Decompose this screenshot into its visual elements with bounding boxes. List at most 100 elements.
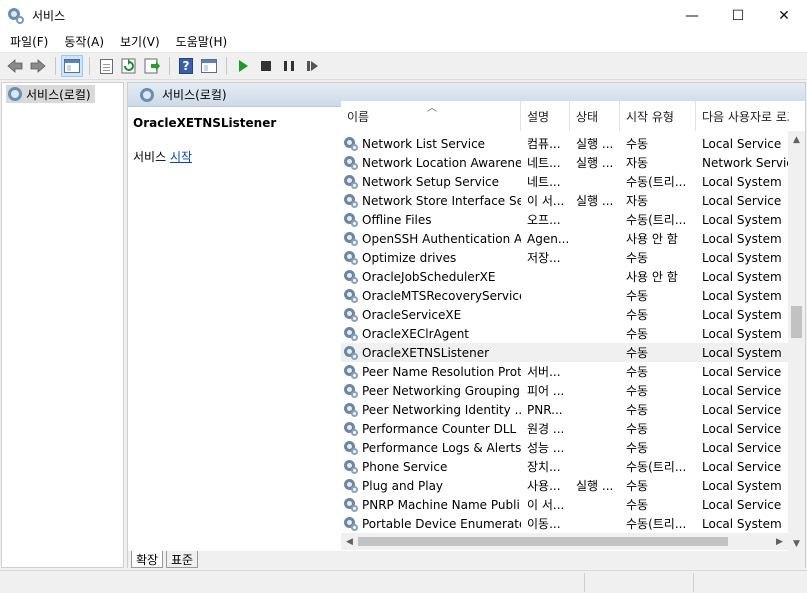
service-gear-icon [344, 212, 358, 227]
service-name: Performance Logs & Alerts [362, 440, 521, 455]
service-description: 장치... [527, 460, 561, 474]
toolbar-separator [226, 57, 227, 75]
show-hide-action-pane-icon[interactable] [198, 55, 220, 77]
service-name-cell: OracleXETNSListener [341, 345, 521, 360]
service-row[interactable]: Portable Device Enumerato... 이동... 수동(트리..… [341, 514, 789, 533]
service-startup-type: 수동(트리... [626, 517, 687, 531]
service-row[interactable]: Network Setup Service 네트... 수동(트리... Local … [341, 172, 789, 191]
menu-help[interactable]: 도움말(H) [170, 33, 234, 50]
refresh-icon[interactable] [118, 55, 140, 77]
scroll-down-icon[interactable]: ▼ [788, 535, 805, 552]
service-action-prefix: 서비스 [133, 150, 167, 164]
menu-view[interactable]: 보기(V) [114, 33, 166, 50]
vertical-scrollbar[interactable]: ▲ ▼ [788, 131, 805, 552]
maximize-button[interactable]: ☐ [715, 0, 761, 31]
service-row[interactable]: Performance Counter DLL ... 원경 ... 수동 Local… [341, 419, 789, 438]
service-status: 실행 ... [576, 137, 614, 151]
vertical-scroll-thumb[interactable] [791, 306, 802, 338]
service-row[interactable]: Plug and Play 사용... 실행 ... 수동 Local System [341, 476, 789, 495]
service-name: Offline Files [362, 212, 432, 227]
forward-icon[interactable] [27, 55, 49, 77]
service-description: 성능 ... [527, 441, 565, 455]
service-name: Peer Name Resolution Prot... [362, 364, 521, 379]
menu-file[interactable]: 파일(F) [4, 33, 54, 50]
scroll-up-icon[interactable]: ▲ [788, 131, 805, 148]
service-row[interactable]: OracleXEClrAgent 수동 Local System [341, 324, 789, 343]
service-row[interactable]: OracleMTSRecoveryService 수동 Local System [341, 286, 789, 305]
service-row[interactable]: Peer Networking Grouping 피어 ... 수동 Local Se… [341, 381, 789, 400]
help-icon[interactable]: ? [175, 55, 197, 77]
column-header-status[interactable]: 상태 [570, 101, 620, 131]
service-name: OracleXETNSListener [362, 345, 490, 360]
service-row[interactable]: OracleXETNSListener 수동 Local System [341, 343, 789, 362]
close-button[interactable]: ✕ [761, 0, 807, 31]
horizontal-scrollbar[interactable]: ◀ ▶ [341, 533, 788, 550]
selected-service-title: OracleXETNSListener [133, 116, 277, 130]
column-header-log-on-as[interactable]: 다음 사용자로 로그온 [696, 101, 789, 131]
start-service-link[interactable]: 시작 [170, 150, 192, 164]
service-row[interactable]: Network Store Interface Se... 이 서... 실행 ..… [341, 191, 789, 210]
service-row[interactable]: Performance Logs & Alerts 성능 ... 수동 Local S… [341, 438, 789, 457]
horizontal-scroll-thumb[interactable] [358, 537, 728, 546]
service-log-on-as: Local System [702, 231, 782, 246]
restart-service-icon[interactable] [301, 55, 323, 77]
service-row[interactable]: Optimize drives 저장... 수동 Local System [341, 248, 789, 267]
service-name: PNRP Machine Name Publi... [362, 497, 521, 512]
service-description: 이 서... [527, 194, 565, 208]
column-header-name[interactable]: ︿ 이름 [341, 101, 521, 131]
service-description: 이 서... [527, 498, 565, 512]
back-icon[interactable] [4, 55, 26, 77]
service-row[interactable]: OracleServiceXE 수동 Local System [341, 305, 789, 324]
show-hide-console-tree-icon[interactable] [61, 55, 83, 77]
start-service-icon[interactable] [232, 55, 254, 77]
stop-service-icon[interactable] [255, 55, 277, 77]
service-rows: Network List Service 컴퓨... 실행 ... 수동 Local S… [341, 134, 789, 533]
menu-action[interactable]: 동작(A) [58, 33, 110, 50]
service-name: OpenSSH Authentication A... [362, 231, 521, 246]
service-startup-type: 수동(트리... [626, 460, 687, 474]
service-startup-type: 수동 [626, 498, 649, 512]
service-row[interactable]: Phone Service 장치... 수동(트리... Local Service [341, 457, 789, 476]
tab-extended[interactable]: 확장 [131, 551, 164, 568]
scroll-left-icon[interactable]: ◀ [341, 533, 358, 550]
service-status: 실행 ... [576, 479, 614, 493]
service-log-on-as: Local Service [702, 497, 782, 512]
service-name-cell: Offline Files [341, 212, 521, 227]
service-startup-type: 자동 [626, 194, 649, 208]
service-gear-icon [344, 288, 358, 303]
sort-ascending-icon: ︿ [427, 103, 437, 114]
service-gear-icon [344, 307, 358, 322]
service-gear-icon [344, 345, 358, 360]
column-header-description[interactable]: 설명 [521, 101, 570, 131]
service-startup-type: 수동 [626, 137, 649, 151]
service-gear-icon [344, 459, 358, 474]
service-name: Peer Networking Grouping [362, 383, 520, 398]
service-row[interactable]: OracleJobSchedulerXE 사용 안 함 Local System [341, 267, 789, 286]
service-name: OracleJobSchedulerXE [362, 269, 496, 284]
service-startup-type: 수동 [626, 422, 649, 436]
service-log-on-as: Local Service [702, 383, 782, 398]
status-bar-segment [584, 573, 585, 592]
service-row[interactable]: Peer Networking Identity ... PNR... 수동 Loca… [341, 400, 789, 419]
service-gear-icon [344, 516, 358, 531]
service-name-cell: Performance Counter DLL ... [341, 421, 521, 436]
service-row[interactable]: Network List Service 컴퓨... 실행 ... 수동 Local S… [341, 134, 789, 153]
service-description: 사용... [527, 479, 561, 493]
service-row[interactable]: Peer Name Resolution Prot... 서버... 수동 Local… [341, 362, 789, 381]
properties-icon[interactable] [95, 55, 117, 77]
column-header-startup-type[interactable]: 시작 유형 [620, 101, 696, 131]
service-name-cell: OracleXEClrAgent [341, 326, 521, 341]
export-list-icon[interactable] [141, 55, 163, 77]
service-name: Portable Device Enumerato... [362, 516, 521, 531]
tab-standard[interactable]: 표준 [166, 551, 199, 568]
service-row[interactable]: Network Location Awareness 네트... 실행 ... 자동 N… [341, 153, 789, 172]
service-row[interactable]: Offline Files 오프... 수동(트리... Local System [341, 210, 789, 229]
service-gear-icon [344, 478, 358, 493]
pause-service-icon[interactable] [278, 55, 300, 77]
service-log-on-as: Local System [702, 269, 782, 284]
tree-item-services-local[interactable]: 서비스(로컬) [6, 85, 95, 103]
service-row[interactable]: OpenSSH Authentication A... Agen... 사용 안 함… [341, 229, 789, 248]
minimize-button[interactable]: — [669, 0, 715, 31]
service-row[interactable]: PNRP Machine Name Publi... 이 서... 수동 Local … [341, 495, 789, 514]
scroll-right-icon[interactable]: ▶ [771, 533, 788, 550]
